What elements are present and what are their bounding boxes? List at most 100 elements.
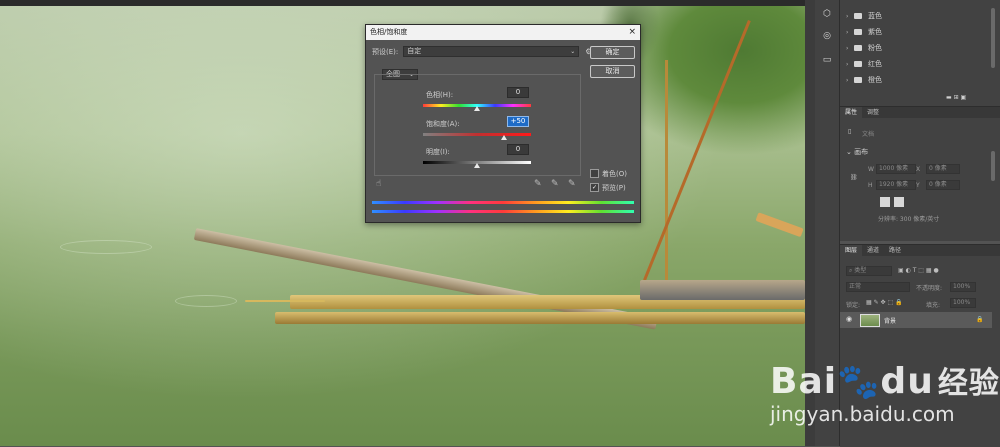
list-item[interactable]: › 紫色	[846, 27, 882, 37]
chevron-right-icon: ›	[846, 76, 849, 84]
doc-label: 文档	[862, 131, 875, 138]
folder-icon	[854, 13, 862, 19]
tab-paths[interactable]: 路径	[884, 245, 906, 256]
folder-icon	[854, 61, 862, 67]
tab-properties[interactable]: 属性	[840, 107, 863, 118]
hand-target-icon[interactable]: ☝	[376, 179, 381, 189]
list-item[interactable]: › 红色	[846, 59, 882, 69]
dialog-title-bar[interactable]: 色相/饱和度 ×	[366, 25, 640, 40]
output-color-bar	[372, 210, 634, 213]
folder-icon	[854, 45, 862, 51]
scrollbar[interactable]	[991, 151, 995, 181]
fill-field[interactable]: 100%	[950, 298, 976, 308]
tab-adjustments[interactable]: 调整	[862, 107, 884, 118]
watermark-brand: Bai🐾du 经验	[770, 358, 1000, 402]
document-icon: ▯	[848, 128, 852, 135]
raft	[640, 280, 805, 300]
cube-icon[interactable]: ⬡	[821, 8, 833, 20]
swatch-group-panel: › 蓝色 › 紫色 › 粉色 › 红色 › 橙色 ▬ ⊞ ▣	[840, 0, 1000, 106]
x-field[interactable]: 0 像素	[926, 164, 960, 174]
properties-tabs: 属性 调整	[840, 107, 1000, 118]
list-item-label: 紫色	[868, 28, 882, 36]
list-item[interactable]: › 蓝色	[846, 11, 882, 21]
eyedropper-icon[interactable]: ✎	[534, 179, 542, 189]
saturation-slider-track[interactable]	[423, 133, 531, 136]
layer-row-background[interactable]: ◉ 背景 🔒	[840, 312, 992, 328]
lock-icons[interactable]: ▦ ✎ ✥ ⬚ 🔒	[866, 299, 903, 306]
y-field[interactable]: 0 像素	[926, 180, 960, 190]
layer-kind-filter[interactable]: ⌕ 类型	[846, 266, 892, 276]
colorize-checkbox[interactable]	[590, 169, 599, 178]
water-ripple	[60, 240, 152, 254]
blend-mode-select[interactable]: 正常	[846, 282, 910, 292]
opacity-field[interactable]: 100%	[950, 282, 976, 292]
ok-button[interactable]: 确定	[590, 46, 635, 59]
properties-panel: 属性 调整 ▯ 文档 ⌄ 画布 W 1000 像素 X 0 像素 ⛓ H 192…	[840, 106, 1000, 241]
paw-icon: 🐾	[837, 362, 881, 402]
close-icon[interactable]: ×	[628, 25, 636, 40]
watermark-brand-part1: Bai	[770, 361, 838, 402]
list-item-label: 红色	[868, 60, 882, 68]
hue-value-field[interactable]: 0	[507, 87, 529, 98]
folder-icon	[854, 29, 862, 35]
eyedropper-plus-icon[interactable]: ✎	[551, 179, 559, 189]
input-color-bar	[372, 201, 634, 204]
preset-row: 预设(E): 自定 ⌄ ⚙	[372, 46, 592, 57]
section-label: 画布	[854, 148, 869, 156]
link-icon[interactable]: ⛓	[850, 174, 858, 181]
list-item[interactable]: › 橙色	[846, 75, 882, 85]
fill-label: 填充:	[926, 302, 941, 309]
kind-label: 类型	[854, 267, 867, 274]
preview-checkbox[interactable]: ✓	[590, 183, 599, 192]
raft	[755, 212, 804, 238]
list-item-label: 粉色	[868, 44, 882, 52]
filter-icons[interactable]: ▣ ◐ T ⬚ ▦ ●	[898, 267, 939, 274]
lock-icon: 🔒	[976, 316, 984, 323]
landscape-icon[interactable]	[894, 197, 904, 207]
chevron-down-icon: ⌄	[570, 48, 576, 55]
preset-value: 自定	[407, 47, 422, 55]
list-item-label: 蓝色	[868, 12, 882, 20]
dialog-title: 色相/饱和度	[370, 28, 408, 36]
lightness-label: 明度(I):	[426, 148, 450, 156]
adjustment-group: 色相(H): 0 饱和度(A): +50 明度(I): 0	[374, 74, 581, 176]
preset-select[interactable]: 自定 ⌄	[403, 46, 580, 57]
layer-thumbnail	[860, 314, 880, 327]
adjust-icon[interactable]: ◎	[821, 30, 833, 42]
width-field[interactable]: 1000 像素	[876, 164, 916, 174]
preview-label: 预览(P)	[602, 184, 626, 192]
portrait-icon[interactable]	[880, 197, 890, 207]
eyedropper-minus-icon[interactable]: ✎	[568, 179, 576, 189]
raft	[275, 312, 805, 324]
chevron-right-icon: ›	[846, 28, 849, 36]
chevron-down-icon: ⌄	[846, 148, 855, 156]
folder-icon	[854, 77, 862, 83]
list-item[interactable]: › 粉色	[846, 43, 882, 53]
layer-name: 背景	[884, 318, 897, 325]
eye-icon[interactable]: ◉	[846, 315, 852, 323]
resolution-label: 分辨率: 300 像素/英寸	[878, 216, 940, 223]
tab-layers[interactable]: 图层	[840, 245, 863, 256]
w-label: W	[868, 166, 874, 173]
bamboo-pole	[665, 60, 668, 280]
baidu-jingyan-watermark: Bai🐾du 经验 jingyan.baidu.com	[770, 340, 1000, 430]
y-label: Y	[916, 182, 920, 189]
saturation-slider-thumb[interactable]	[501, 135, 507, 140]
panel-icon[interactable]: ▭	[821, 54, 833, 66]
x-label: X	[916, 166, 921, 173]
hue-slider-thumb[interactable]	[474, 106, 480, 111]
colorize-label: 着色(O)	[602, 170, 627, 178]
watermark-brand-part2: du	[880, 361, 934, 402]
chevron-right-icon: ›	[846, 44, 849, 52]
tab-channels[interactable]: 通道	[862, 245, 884, 256]
lightness-slider-thumb[interactable]	[474, 163, 480, 168]
scrollbar[interactable]	[991, 8, 995, 68]
saturation-value-field[interactable]: +50	[507, 116, 529, 127]
water-ripple	[175, 295, 237, 307]
panel-actions[interactable]: ▬ ⊞ ▣	[946, 94, 966, 101]
height-field[interactable]: 1920 像素	[876, 180, 916, 190]
canvas-section-title[interactable]: ⌄ 画布	[846, 147, 868, 157]
lightness-value-field[interactable]: 0	[507, 144, 529, 155]
cancel-button[interactable]: 取消	[590, 65, 635, 78]
hue-saturation-dialog: 色相/饱和度 × 预设(E): 自定 ⌄ ⚙ 确定 取消 全图 ⌄ 色相(H):…	[365, 24, 641, 223]
